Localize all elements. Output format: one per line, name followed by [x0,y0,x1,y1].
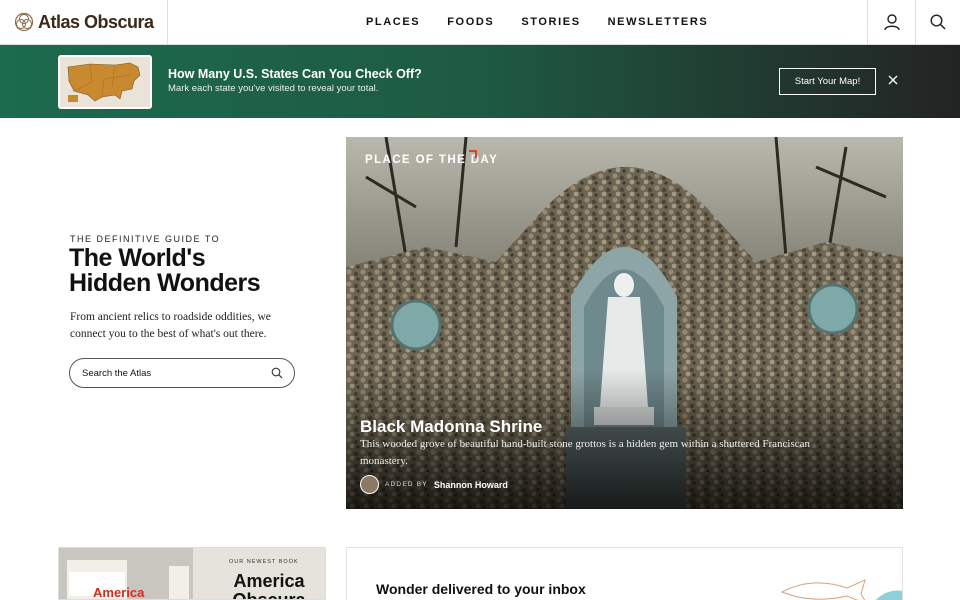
search-icon [930,14,946,30]
hero-title: The World's Hidden Wonders [69,246,339,296]
corner-accent-icon [469,150,477,158]
book-title: America Obscura [232,571,306,600]
nav-stories[interactable]: STORIES [521,16,580,28]
hero-title-line2: Hidden Wonders [69,269,261,297]
logo-text: Atlas Obscura [38,11,154,32]
newsletter-title: Wonder delivered to your inbox [376,581,586,597]
book-eyebrow: OUR NEWEST BOOK [229,559,299,565]
book-promo-card[interactable]: America OUR NEWEST BOOK America Obscura [58,547,326,600]
book-cover-image: America [59,548,193,600]
place-of-the-day-card[interactable]: PLACE OF THE DAY Black Madonna Shrine Th… [346,137,903,509]
place-of-the-day-label: PLACE OF THE DAY [365,154,499,166]
hero-description: From ancient relics to roadside oddities… [70,311,271,340]
place-description: This wooded grove of beautiful hand-buil… [360,438,810,467]
search-icon[interactable] [271,367,283,379]
hero-title-line1: The World's [69,244,206,272]
close-icon[interactable] [886,73,900,87]
author-name[interactable]: Shannon Howard [434,480,508,490]
nav-foods[interactable]: FOODS [447,16,494,28]
nav-newsletters[interactable]: NEWSLETTERS [608,16,709,28]
added-by-label: ADDED BY [385,481,428,488]
book-cover-text: America [93,585,145,600]
compass-logo-icon [14,12,34,32]
logo[interactable]: Atlas Obscura [0,0,168,44]
author-credit: ADDED BY Shannon Howard [360,475,508,494]
fish-illustration-icon [780,579,902,600]
promo-banner: How Many U.S. States Can You Check Off? … [0,45,960,118]
search-placeholder: Search the Atlas [82,367,152,379]
site-header: Atlas Obscura PLACES FOODS STORIES NEWSL… [0,0,960,45]
account-button[interactable] [867,0,915,44]
banner-title: How Many U.S. States Can You Check Off? [168,67,422,81]
us-map-thumbnail [58,55,152,109]
avatar[interactable] [360,475,379,494]
banner-subtitle: Mark each state you've visited to reveal… [168,83,379,94]
newsletter-card: Wonder delivered to your inbox [346,547,903,600]
user-icon [883,13,900,30]
header-search-button[interactable] [915,0,960,44]
place-title[interactable]: Black Madonna Shrine [360,417,542,437]
hero-eyebrow: THE DEFINITIVE GUIDE TO [70,234,221,244]
start-map-button[interactable]: Start Your Map! [779,68,876,95]
main-nav: PLACES FOODS STORIES NEWSLETTERS [366,0,708,44]
nav-places[interactable]: PLACES [366,16,420,28]
atlas-search-input[interactable]: Search the Atlas [69,358,295,388]
